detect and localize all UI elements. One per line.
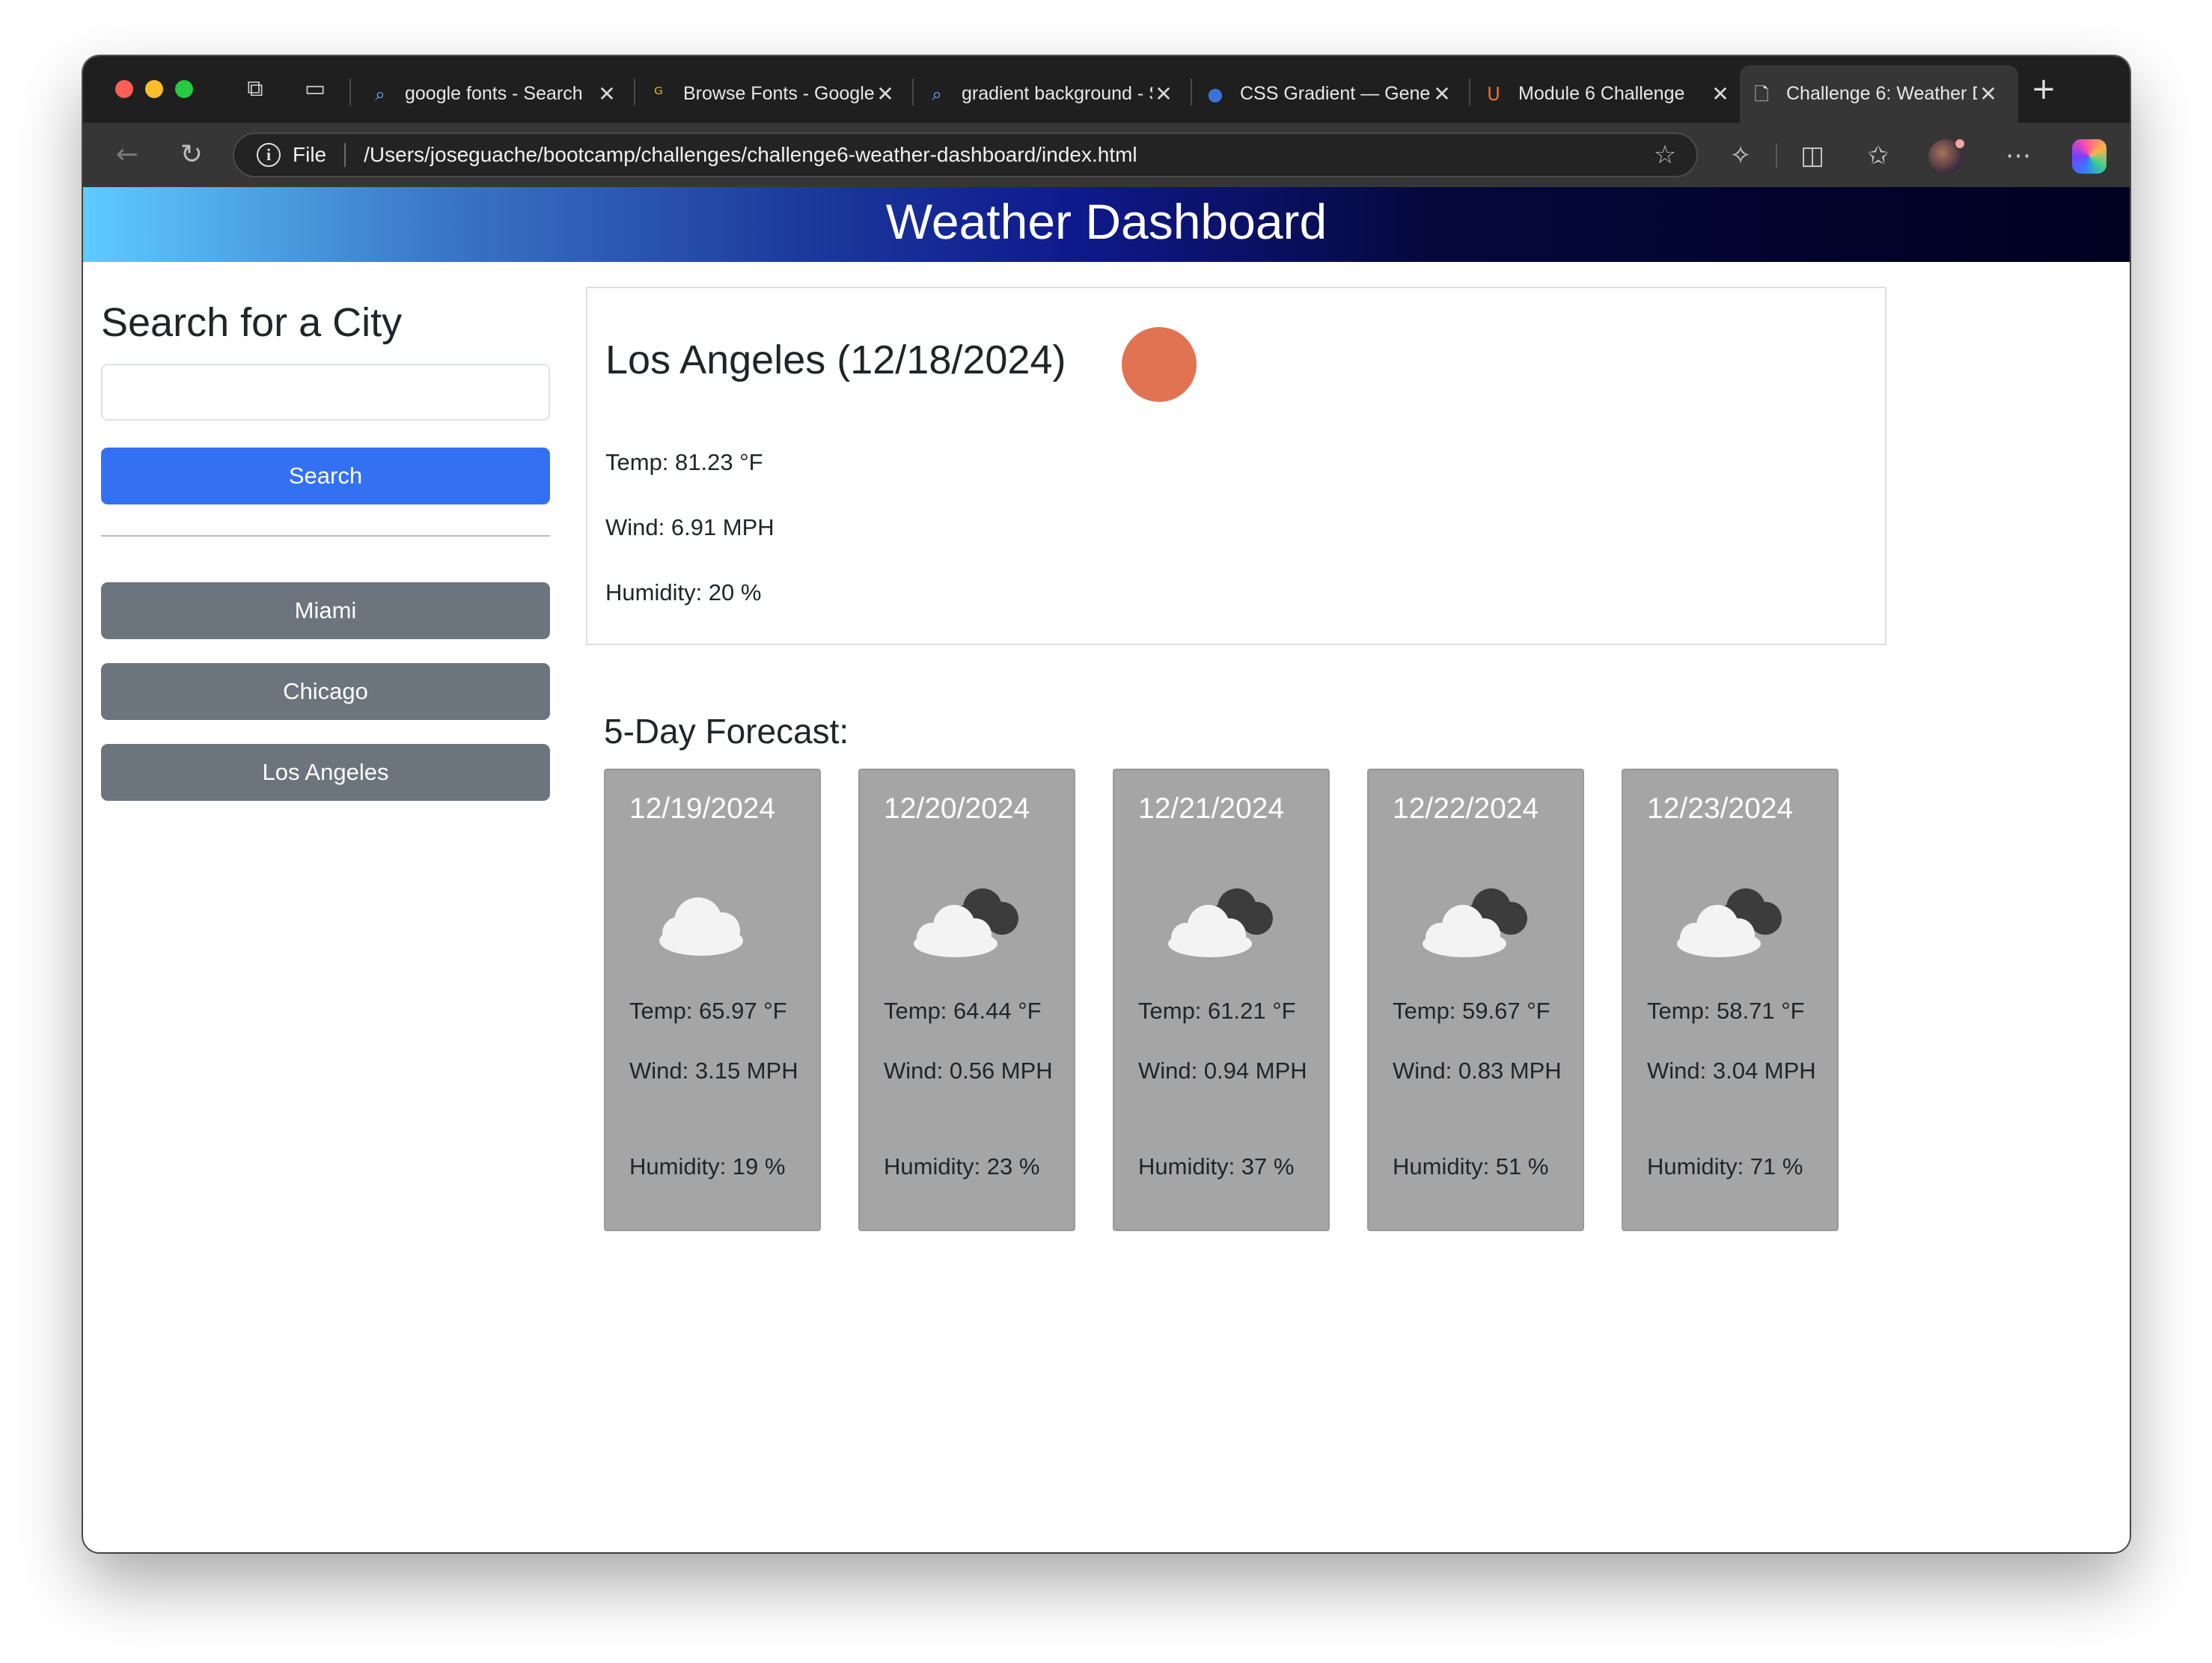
- favorites-icon[interactable]: ✩: [1862, 139, 1895, 172]
- current-city-title: Los Angeles (12/18/2024): [605, 338, 1066, 382]
- browser-toolbar: ← ↻ i File /Users/joseguache/bootcamp/ch…: [83, 123, 2130, 187]
- forecast-temp: Temp: 65.97 °F: [629, 998, 787, 1024]
- close-tab-icon[interactable]: ✕: [874, 82, 896, 106]
- forecast-date: 12/19/2024: [629, 793, 776, 825]
- page-icon: 🗋: [1754, 83, 1769, 105]
- tab-strip: ⧉ ▭ ⌕ google fonts - Search ✕ ᴳ Browse F…: [83, 56, 2130, 123]
- city-search-input[interactable]: [101, 364, 550, 421]
- search-heading: Search for a City: [101, 300, 403, 345]
- page-header: Weather Dashboard: [83, 187, 2130, 262]
- tab-title: Module 6 Challenge: [1518, 83, 1685, 104]
- forecast-temp: Temp: 64.44 °F: [884, 998, 1042, 1024]
- forecast-card: 12/23/2024 Temp: 58.71 °F Wind: 3.04 MPH…: [1622, 769, 1839, 1231]
- forecast-wind: Wind: 0.94 MPH: [1138, 1058, 1307, 1084]
- info-icon[interactable]: i: [257, 143, 281, 167]
- tab-title: Challenge 6: Weather Dashboard: [1786, 83, 1977, 104]
- tab-title: CSS Gradient — Generator: [1240, 83, 1431, 104]
- forecast-humidity: Humidity: 51 %: [1393, 1153, 1549, 1180]
- google-fonts-icon: ᴳ: [654, 83, 663, 105]
- forecast-temp: Temp: 58.71 °F: [1647, 998, 1805, 1024]
- split-screen-icon[interactable]: ◫: [1796, 139, 1829, 172]
- workspaces-icon[interactable]: ⧉: [242, 76, 269, 103]
- history-button-miami[interactable]: Miami: [101, 582, 550, 639]
- browser-window: ⧉ ▭ ⌕ google fonts - Search ✕ ᴳ Browse F…: [83, 56, 2130, 1552]
- search-icon: ⌕: [932, 83, 942, 105]
- tab-title: google fonts - Search: [405, 83, 583, 104]
- forecast-humidity: Humidity: 23 %: [884, 1153, 1040, 1180]
- search-button[interactable]: Search: [101, 448, 550, 504]
- tab-browse-fonts[interactable]: ᴳ Browse Fonts - Google Fonts ✕: [637, 65, 896, 123]
- search-icon: ⌕: [375, 83, 385, 105]
- forecast-card: 12/21/2024 Temp: 61.21 °F Wind: 0.94 MPH…: [1113, 769, 1330, 1231]
- forecast-humidity: Humidity: 71 %: [1647, 1153, 1803, 1180]
- favorite-star-icon[interactable]: ☆: [1649, 140, 1681, 170]
- tab-css-gradient[interactable]: ● CSS Gradient — Generator ✕: [1194, 65, 1453, 123]
- close-tab-icon[interactable]: ✕: [596, 82, 618, 106]
- forecast-card: 12/20/2024 Temp: 64.44 °F Wind: 0.56 MPH…: [858, 769, 1075, 1231]
- current-weather-card: Los Angeles (12/18/2024) Temp: 81.23 °F …: [586, 287, 1886, 645]
- broken-clouds-icon: [1168, 888, 1273, 957]
- close-tab-icon[interactable]: ✕: [1431, 82, 1453, 106]
- history-button-chicago[interactable]: Chicago: [101, 663, 550, 720]
- close-tab-icon[interactable]: ✕: [1709, 82, 1732, 106]
- new-tab-icon[interactable]: +: [2027, 73, 2060, 106]
- forecast-wind: Wind: 0.83 MPH: [1393, 1058, 1562, 1084]
- broken-clouds-icon: [1423, 888, 1527, 957]
- extensions-icon[interactable]: ✧: [1724, 139, 1757, 172]
- sidebar-divider: [101, 535, 550, 537]
- tab-google-fonts-search[interactable]: ⌕ google fonts - Search ✕: [358, 65, 618, 123]
- forecast-temp: Temp: 59.67 °F: [1393, 998, 1550, 1024]
- broken-clouds-icon: [1677, 888, 1782, 957]
- current-wind: Wind: 6.91 MPH: [605, 514, 774, 540]
- forecast-date: 12/23/2024: [1647, 793, 1794, 825]
- forecast-heading: 5-Day Forecast:: [604, 712, 849, 751]
- forecast-wind: Wind: 3.04 MPH: [1647, 1058, 1816, 1084]
- forecast-humidity: Humidity: 19 %: [629, 1153, 786, 1180]
- tab-gradient-search[interactable]: ⌕ gradient background - Search ✕: [915, 65, 1175, 123]
- current-temp: Temp: 81.23 °F: [605, 449, 763, 475]
- copilot-icon[interactable]: [2072, 139, 2106, 174]
- tab-challenge-6[interactable]: 🗋 Challenge 6: Weather Dashboard ✕: [1740, 65, 2018, 123]
- url-scheme: File: [293, 143, 327, 166]
- forecast-temp: Temp: 61.21 °F: [1138, 998, 1296, 1024]
- reload-icon[interactable]: ↻: [176, 139, 207, 171]
- close-window-button[interactable]: [115, 80, 133, 98]
- address-bar[interactable]: i File /Users/joseguache/bootcamp/challe…: [233, 132, 1698, 177]
- history-button-los-angeles[interactable]: Los Angeles: [101, 744, 550, 801]
- tab-module-6[interactable]: ᑌ Module 6 Challenge ✕: [1472, 65, 1732, 123]
- broken-clouds-icon: [914, 888, 1018, 957]
- sun-icon: [1122, 327, 1197, 402]
- tab-title: Browse Fonts - Google Fonts: [683, 83, 874, 104]
- cloud-icon: [659, 897, 743, 956]
- more-menu-icon[interactable]: ⋯: [2002, 139, 2035, 172]
- forecast-humidity: Humidity: 37 %: [1138, 1153, 1295, 1180]
- forecast-date: 12/21/2024: [1138, 793, 1285, 825]
- page-viewport: Weather Dashboard Search for a City Sear…: [83, 187, 2130, 1552]
- back-icon[interactable]: ←: [111, 139, 143, 171]
- forecast-card: 12/19/2024 Temp: 65.97 °F Wind: 3.15 MPH…: [604, 769, 821, 1231]
- url-text[interactable]: /Users/joseguache/bootcamp/challenges/ch…: [364, 143, 1649, 167]
- forecast-date: 12/20/2024: [884, 793, 1030, 825]
- forecast-date: 12/22/2024: [1393, 793, 1539, 825]
- forecast-card: 12/22/2024 Temp: 59.67 °F Wind: 0.83 MPH…: [1367, 769, 1584, 1231]
- maximize-window-button[interactable]: [175, 80, 193, 98]
- globe-icon: ●: [1207, 83, 1223, 105]
- tab-actions-icon[interactable]: ▭: [302, 76, 329, 103]
- miami-u-icon: ᑌ: [1487, 83, 1500, 105]
- tab-title: gradient background - Search: [962, 83, 1152, 104]
- close-tab-icon[interactable]: ✕: [1152, 82, 1175, 106]
- notification-dot: [1954, 138, 1966, 150]
- current-humidity: Humidity: 20 %: [605, 579, 762, 605]
- minimize-window-button[interactable]: [145, 80, 163, 98]
- forecast-wind: Wind: 0.56 MPH: [884, 1058, 1053, 1084]
- forecast-wind: Wind: 3.15 MPH: [629, 1058, 798, 1084]
- close-tab-icon[interactable]: ✕: [1977, 82, 1999, 106]
